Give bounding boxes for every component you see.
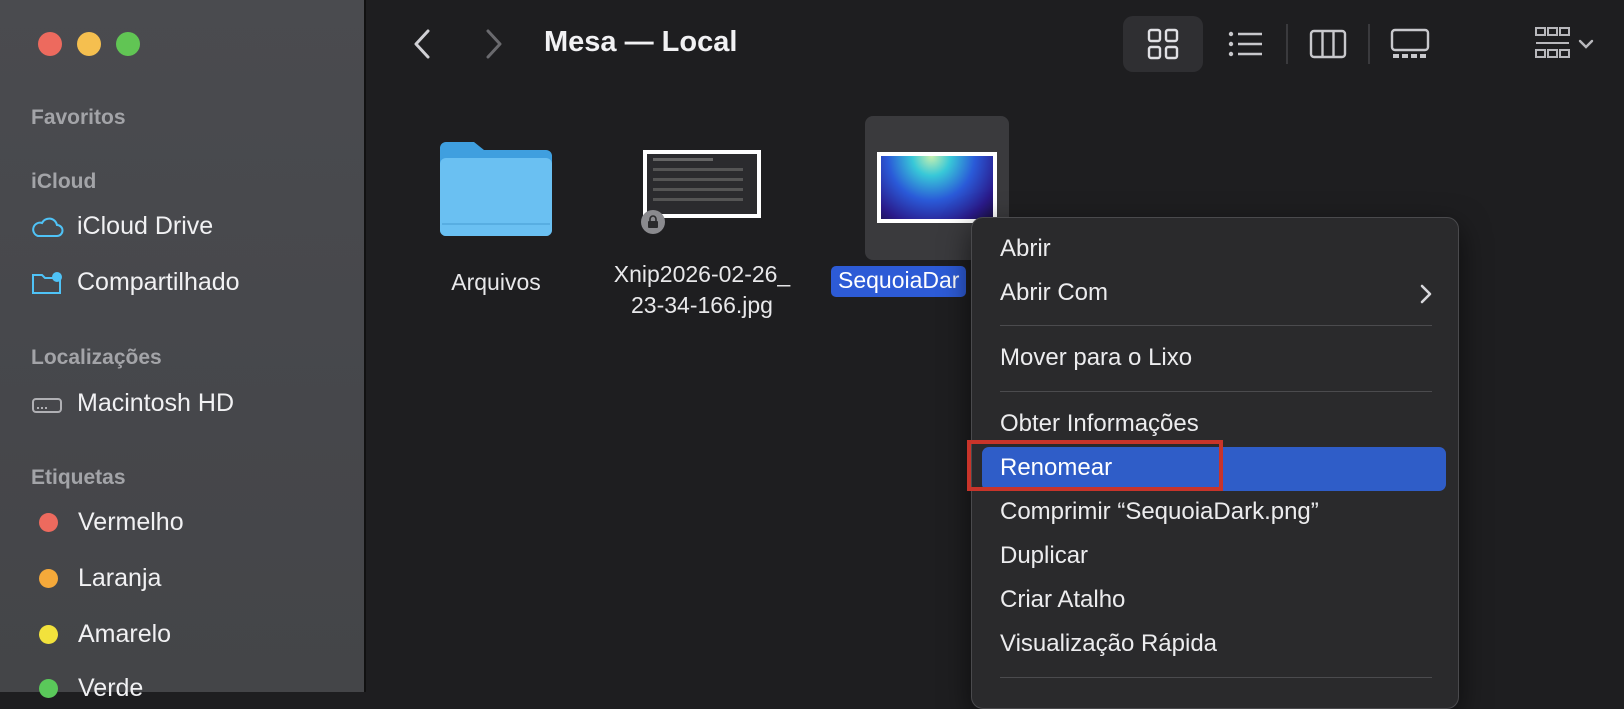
tag-color-dot: [39, 679, 58, 698]
columns-view-icon: [1309, 29, 1347, 59]
cloud-icon: [30, 213, 64, 241]
sidebar-item-label: iCloud Drive: [77, 212, 214, 240]
sidebar-item-label: Macintosh HD: [77, 389, 234, 417]
file-item-arquivos[interactable]: Arquivos: [428, 132, 564, 298]
folder-icon: [440, 142, 552, 236]
tag-color-dot: [39, 569, 58, 588]
icon-view-button[interactable]: [1123, 16, 1203, 72]
close-window-button[interactable]: [38, 32, 62, 56]
menu-item-duplicar[interactable]: Duplicar: [1000, 542, 1088, 570]
sidebar-item-compartilhado[interactable]: Compartilhado: [30, 268, 240, 297]
lock-icon: [641, 210, 665, 234]
menu-item-abrir-com[interactable]: Abrir Com: [1000, 279, 1108, 307]
screenshot-thumbnail: [641, 150, 761, 234]
section-tags[interactable]: Etiquetas: [31, 466, 126, 490]
menu-item-mover-lixo[interactable]: Mover para o Lixo: [1000, 344, 1192, 372]
menu-separator: [1000, 391, 1432, 392]
back-button[interactable]: [402, 24, 442, 64]
tag-color-dot: [39, 513, 58, 532]
window-title: Mesa — Local: [544, 26, 738, 58]
window-controls: [38, 32, 140, 56]
sidebar: Favoritos iCloud iCloud Drive Compartilh…: [0, 0, 366, 702]
chevron-left-icon: [414, 29, 430, 59]
sidebar-tag-verde[interactable]: Verde: [30, 674, 143, 703]
minimize-window-button[interactable]: [77, 32, 101, 56]
sidebar-tag-amarelo[interactable]: Amarelo: [30, 620, 171, 649]
list-view-icon: [1228, 31, 1262, 57]
gallery-view-icon: [1390, 28, 1430, 58]
sidebar-item-label: Amarelo: [78, 620, 172, 648]
forward-button[interactable]: [474, 24, 514, 64]
menu-item-abrir[interactable]: Abrir: [1000, 235, 1051, 263]
sidebar-tag-vermelho[interactable]: Vermelho: [30, 508, 184, 537]
menu-item-visualizacao-rapida[interactable]: Visualização Rápida: [1000, 630, 1217, 658]
sidebar-item-label: Verde: [78, 674, 144, 702]
annotation-highlight-box: [967, 440, 1223, 491]
section-favorites[interactable]: Favoritos: [31, 106, 126, 130]
column-view-button[interactable]: [1288, 16, 1368, 72]
section-icloud[interactable]: iCloud: [31, 170, 96, 194]
sidebar-item-label: Compartilhado: [77, 268, 240, 296]
file-name-line2: 23-34-166.jpg: [631, 292, 773, 318]
sequoia-thumbnail[interactable]: [877, 152, 997, 223]
menu-separator: [1000, 325, 1432, 326]
chevron-right-icon: [486, 29, 502, 59]
grid-view-icon: [1147, 28, 1179, 60]
menu-item-obter-informacoes[interactable]: Obter Informações: [1000, 410, 1199, 438]
zoom-window-button[interactable]: [116, 32, 140, 56]
chevron-down-icon: [1578, 39, 1594, 49]
file-name-line1: Xnip2026-02-26_: [613, 261, 791, 287]
group-by-button[interactable]: [1524, 16, 1604, 72]
group-grid-icon: [1535, 27, 1570, 58]
menu-separator: [1000, 677, 1432, 678]
tag-color-dot: [39, 625, 58, 644]
sidebar-item-macintosh-hd[interactable]: Macintosh HD: [30, 389, 234, 418]
sidebar-item-label: Vermelho: [78, 508, 184, 536]
sidebar-tag-laranja[interactable]: Laranja: [30, 564, 161, 593]
disk-icon: [30, 390, 64, 418]
sidebar-item-label: Laranja: [78, 564, 162, 592]
shared-folder-icon: [30, 269, 64, 297]
section-locations[interactable]: Localizações: [31, 346, 162, 370]
list-view-button[interactable]: [1206, 16, 1286, 72]
menu-item-comprimir[interactable]: Comprimir “SequoiaDark.png”: [1000, 498, 1319, 526]
file-name: Arquivos: [451, 269, 541, 295]
menu-item-criar-atalho[interactable]: Criar Atalho: [1000, 586, 1125, 614]
gallery-view-button[interactable]: [1370, 16, 1450, 72]
sidebar-item-icloud-drive[interactable]: iCloud Drive: [30, 212, 213, 241]
file-item-xnip[interactable]: Xnip2026-02-26_ 23-34-166.jpg: [594, 150, 810, 321]
chevron-right-icon: [1420, 284, 1432, 304]
file-name-selected[interactable]: SequoiaDar: [831, 266, 967, 297]
